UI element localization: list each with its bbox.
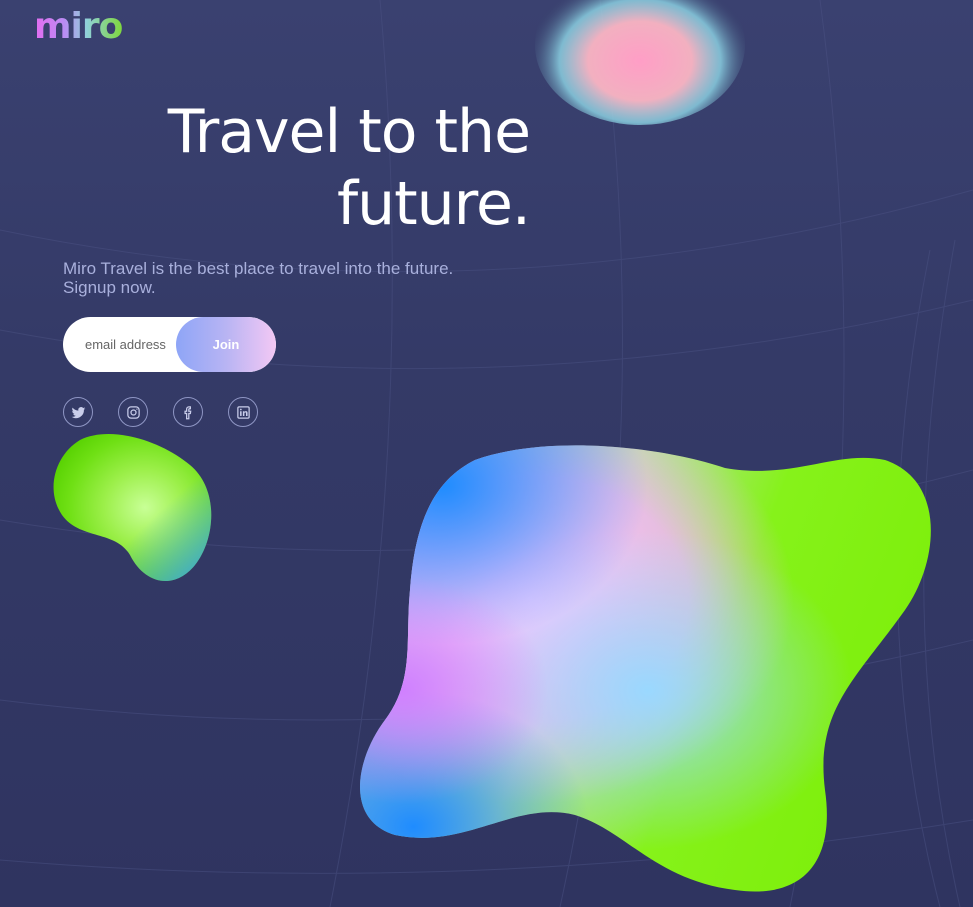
twitter-icon	[71, 406, 85, 418]
hero-title-line2: future.	[336, 169, 531, 239]
social-links	[63, 397, 258, 427]
hero-subtitle: Miro Travel is the best place to travel …	[63, 259, 503, 297]
instagram-link[interactable]	[118, 397, 148, 427]
signup-form: Join	[63, 317, 276, 372]
hero-title: Travel to the future.	[100, 96, 531, 240]
twitter-link[interactable]	[63, 397, 93, 427]
small-gradient-blob	[53, 434, 212, 582]
large-gradient-blob	[360, 445, 931, 892]
hero-subtitle-line1: Miro Travel is the best place to travel …	[63, 259, 454, 278]
linkedin-icon	[236, 405, 250, 419]
hero-subtitle-line2: Signup now.	[63, 278, 156, 297]
facebook-icon	[183, 405, 191, 419]
glow-orb	[535, 0, 745, 125]
join-button[interactable]: Join	[176, 317, 276, 372]
miro-logo[interactable]: miro	[34, 6, 123, 47]
instagram-icon	[126, 405, 140, 419]
hero-title-line1: Travel to the	[167, 97, 531, 167]
facebook-link[interactable]	[173, 397, 203, 427]
linkedin-link[interactable]	[228, 397, 258, 427]
